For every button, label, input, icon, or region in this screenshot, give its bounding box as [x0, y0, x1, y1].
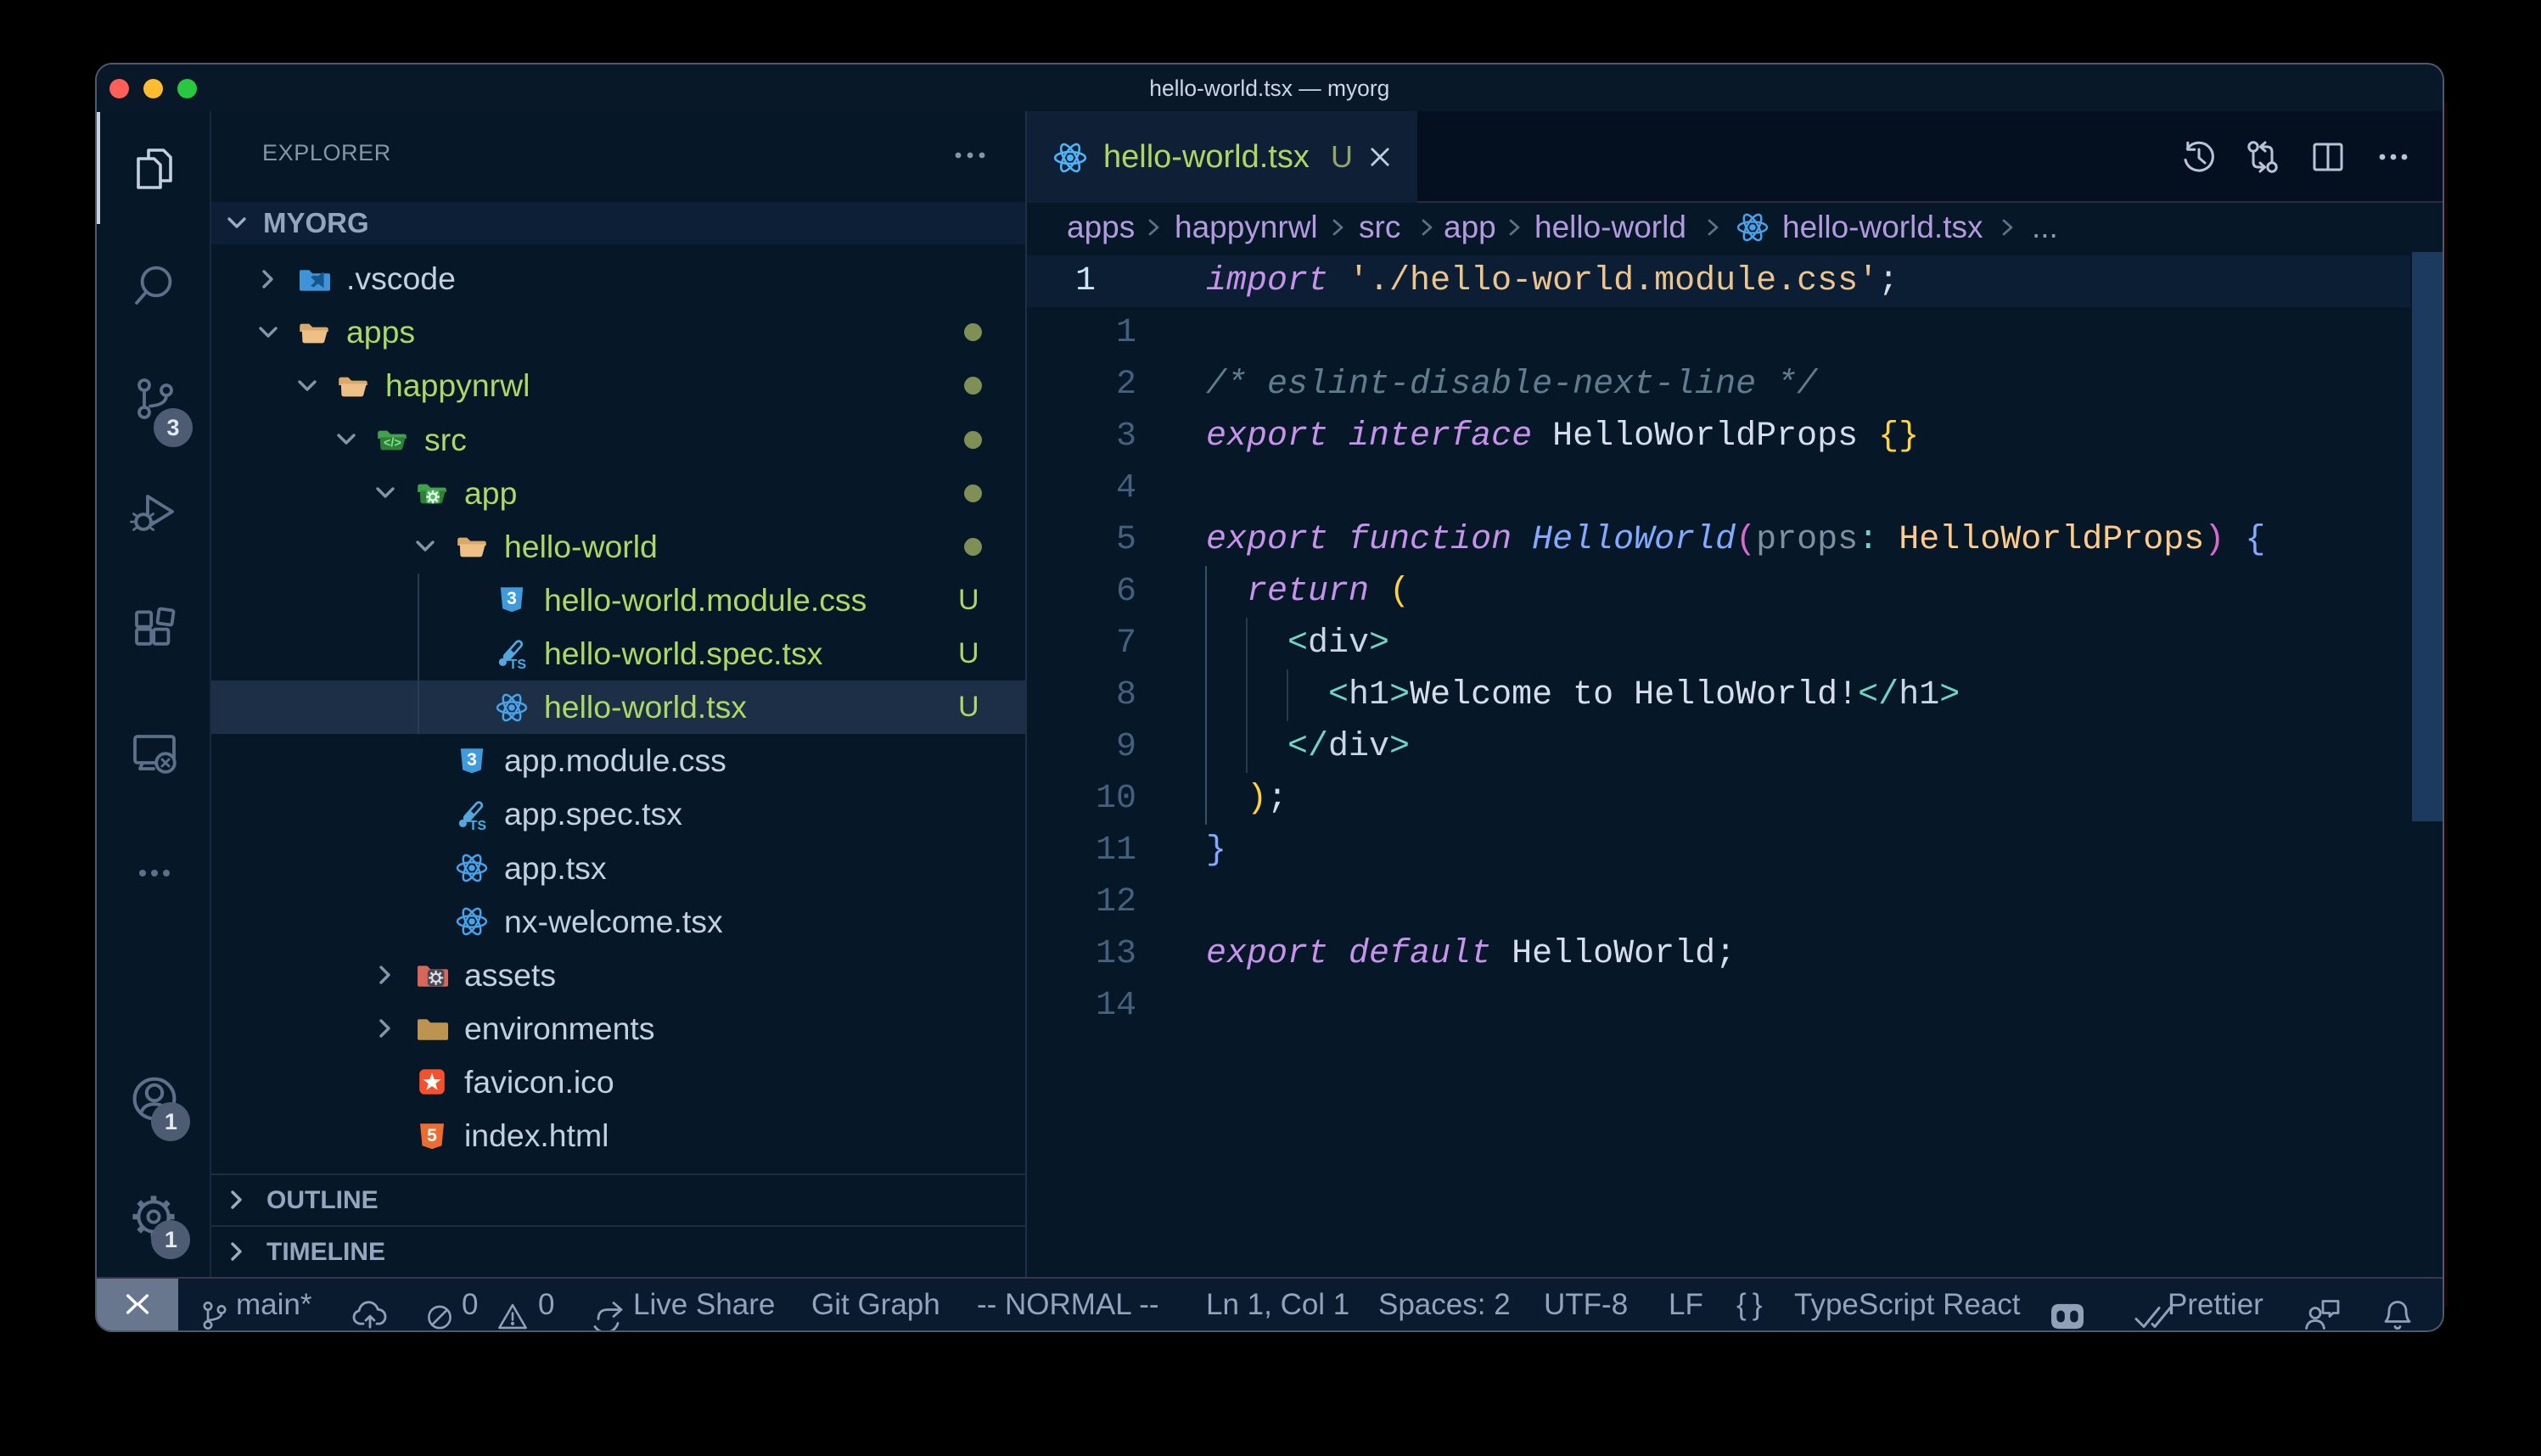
svg-text:TS: TS	[509, 658, 527, 670]
svg-text:3: 3	[507, 590, 517, 609]
svg-text:3: 3	[467, 750, 477, 770]
svg-text:5: 5	[427, 1126, 437, 1145]
svg-text:TS: TS	[469, 819, 487, 832]
svg-text:</>: </>	[384, 436, 401, 450]
